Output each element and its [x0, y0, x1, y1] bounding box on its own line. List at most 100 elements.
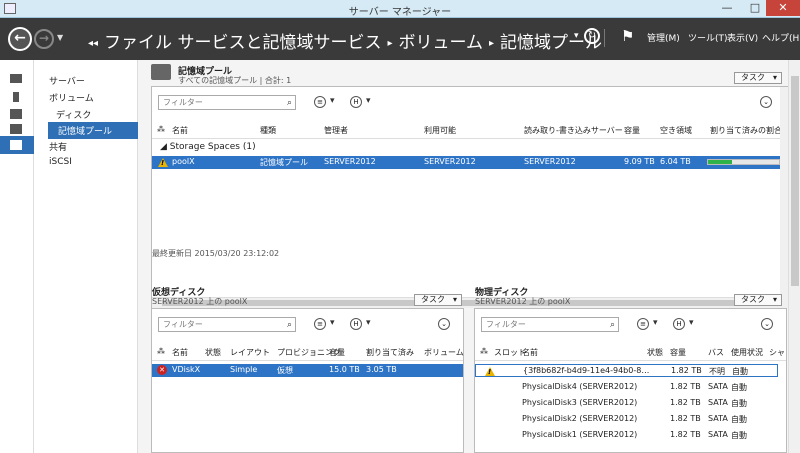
col-allocated[interactable]: 割り当て済みの割合 — [710, 125, 782, 136]
table-row[interactable]: PhysicalDisk1 (SERVER2012) 1.82 TB SATA … — [475, 429, 778, 442]
table-row[interactable]: PhysicalDisk3 (SERVER2012) 1.82 TB SATA … — [475, 397, 778, 410]
save-query-icon[interactable]: H — [673, 318, 685, 330]
subnav-item-shares[interactable]: 共有 — [49, 140, 67, 153]
col-status[interactable]: 状態 — [205, 347, 221, 358]
expand-icon[interactable]: ⌄ — [761, 318, 773, 330]
pools-task-button[interactable]: タスク ▾ — [734, 72, 782, 84]
scrollbar-thumb[interactable] — [791, 76, 799, 286]
forward-arrow-icon[interactable]: → — [34, 29, 54, 49]
history-dropdown-icon[interactable]: ▼ — [57, 33, 63, 42]
table-row[interactable]: poolX 記憶域プール SERVER2012 SERVER2012 SERVE… — [152, 156, 780, 169]
menu-help[interactable]: ヘルプ(H) — [762, 31, 800, 44]
minimize-button[interactable]: — — [712, 0, 742, 16]
expand-icon[interactable]: ⌄ — [760, 96, 772, 108]
subnav-item-disks[interactable]: ディスク — [56, 108, 91, 121]
breadcrumb-separator-icon: ▸ — [387, 38, 393, 49]
cell-bus: SATA — [708, 430, 728, 439]
save-query-icon[interactable]: H — [350, 318, 362, 330]
col-name[interactable]: 名前 — [172, 347, 188, 358]
vdisks-column-header: ⁂ 名前 状態 レイアウト プロビジョニング 容量 割り当て済み ボリューム — [152, 343, 464, 361]
cell-usage: 自動 — [732, 367, 748, 376]
col-available[interactable]: 利用可能 — [424, 125, 456, 136]
table-row[interactable]: PhysicalDisk4 (SERVER2012) 1.82 TB SATA … — [475, 381, 778, 394]
col-volume[interactable]: ボリューム — [424, 347, 464, 358]
col-capacity[interactable]: 容量 — [624, 125, 640, 136]
main-vertical-scrollbar[interactable] — [788, 60, 800, 453]
search-icon[interactable]: ⌕ — [287, 319, 292, 332]
subnav-item-iscsi[interactable]: iSCSI — [49, 157, 72, 167]
cell-name: poolX — [172, 157, 195, 166]
col-name[interactable]: 名前 — [522, 347, 538, 358]
cell-capacity: 1.82 TB — [670, 398, 701, 407]
dashboard-icon[interactable] — [10, 74, 22, 83]
all-servers-icon[interactable] — [10, 109, 22, 119]
subnav-item-servers[interactable]: サーバー — [49, 74, 85, 87]
pdisks-filter-input[interactable]: フィルター ⌕ — [481, 317, 619, 332]
col-capacity[interactable]: 容量 — [329, 347, 345, 358]
cell-capacity: 1.82 TB — [670, 382, 701, 391]
col-manager[interactable]: 管理者 — [324, 125, 348, 136]
menu-view[interactable]: 表示(V) — [727, 31, 758, 44]
chevron-down-icon[interactable]: ▾ — [689, 318, 694, 328]
col-bus[interactable]: バス — [708, 347, 724, 358]
breadcrumb-item-file-services[interactable]: ファイル サービスと記憶域サービス — [104, 33, 381, 53]
cell-allocated: 3.05 TB — [366, 365, 397, 374]
collapse-icon[interactable]: ◢ — [160, 142, 167, 152]
col-type[interactable]: 種類 — [260, 125, 276, 136]
chevron-down-icon[interactable]: ▾ — [366, 96, 371, 106]
breadcrumb-item-volumes[interactable]: ボリューム — [398, 33, 483, 53]
list-view-icon[interactable]: ≡ — [637, 318, 649, 330]
group-header[interactable]: ◢ Storage Spaces (1) — [160, 142, 256, 152]
col-name[interactable]: 名前 — [172, 125, 188, 136]
warning-icon — [158, 158, 168, 169]
file-storage-icon[interactable] — [10, 124, 22, 134]
menu-tools[interactable]: ツール(T) — [688, 31, 728, 44]
col-usage[interactable]: 使用状況 — [731, 347, 763, 358]
chevron-down-icon[interactable]: ▾ — [330, 318, 335, 328]
col-status[interactable]: 状態 — [647, 347, 663, 358]
pdisks-task-button[interactable]: タスク ▾ — [734, 294, 782, 306]
chevron-down-icon[interactable]: ▾ — [366, 318, 371, 328]
table-row[interactable]: ✕ VDiskX Simple 仮想 15.0 TB 3.05 TB — [152, 364, 463, 377]
dropdown-arrow-icon[interactable]: ▾ — [574, 31, 579, 41]
list-view-icon[interactable]: ≡ — [314, 96, 326, 108]
chevron-down-icon[interactable]: ▾ — [330, 96, 335, 106]
storage-services-icon[interactable] — [10, 140, 22, 150]
back-arrow-icon[interactable]: ← — [8, 27, 32, 51]
table-row[interactable]: {3f8b682f-b4d9-11e4-94b0-8… 1.82 TB 不明 自… — [475, 364, 778, 377]
local-server-icon[interactable] — [13, 92, 19, 102]
cell-capacity: 15.0 TB — [329, 365, 360, 374]
col-rw-server[interactable]: 読み取り-書き込みサーバー — [524, 125, 623, 136]
sort-icon[interactable]: ⁂ — [480, 347, 488, 356]
window-title: サーバー マネージャー — [348, 7, 452, 18]
col-free[interactable]: 空き領域 — [660, 125, 692, 136]
close-button[interactable]: ✕ — [766, 0, 800, 16]
search-icon[interactable]: ⌕ — [287, 97, 292, 110]
col-capacity[interactable]: 容量 — [670, 347, 686, 358]
cell-name: PhysicalDisk4 (SERVER2012) — [522, 382, 638, 391]
subnav-item-volumes[interactable]: ボリューム — [49, 91, 94, 104]
search-icon[interactable]: ⌕ — [610, 319, 615, 332]
notification-flag-icon[interactable]: ⚑ — [621, 27, 634, 45]
sub-nav: サーバー ボリューム ディスク 記憶域プール 共有 iSCSI — [34, 60, 139, 453]
menu-manage[interactable]: 管理(M) — [647, 31, 680, 44]
chevron-down-icon[interactable]: ▾ — [653, 318, 658, 328]
refresh-icon[interactable]: ↻ — [584, 28, 600, 44]
list-view-icon[interactable]: ≡ — [314, 318, 326, 330]
vdisks-task-button[interactable]: タスク ▾ — [414, 294, 462, 306]
cell-capacity: 9.09 TB — [624, 157, 655, 166]
table-row[interactable]: PhysicalDisk2 (SERVER2012) 1.82 TB SATA … — [475, 413, 778, 426]
save-query-icon[interactable]: H — [350, 96, 362, 108]
sort-icon[interactable]: ⁂ — [157, 125, 165, 134]
subnav-item-storage-pools[interactable]: 記憶域プール — [48, 122, 139, 139]
vdisks-filter-input[interactable]: フィルター ⌕ — [158, 317, 296, 332]
pools-filter-input[interactable]: フィルター ⌕ — [158, 95, 296, 110]
allocation-bar-fill — [708, 160, 733, 164]
header-bar: ← → ▼ ◂◂ ファイル サービスと記憶域サービス ▸ ボリューム ▸ 記憶域プール ▾… — [0, 18, 800, 60]
storage-pool-icon — [151, 64, 171, 80]
expand-icon[interactable]: ⌄ — [438, 318, 450, 330]
sort-icon[interactable]: ⁂ — [157, 347, 165, 356]
col-layout[interactable]: レイアウト — [230, 347, 270, 358]
col-allocated[interactable]: 割り当て済み — [366, 347, 414, 358]
col-chassis[interactable]: シャ — [769, 347, 785, 358]
